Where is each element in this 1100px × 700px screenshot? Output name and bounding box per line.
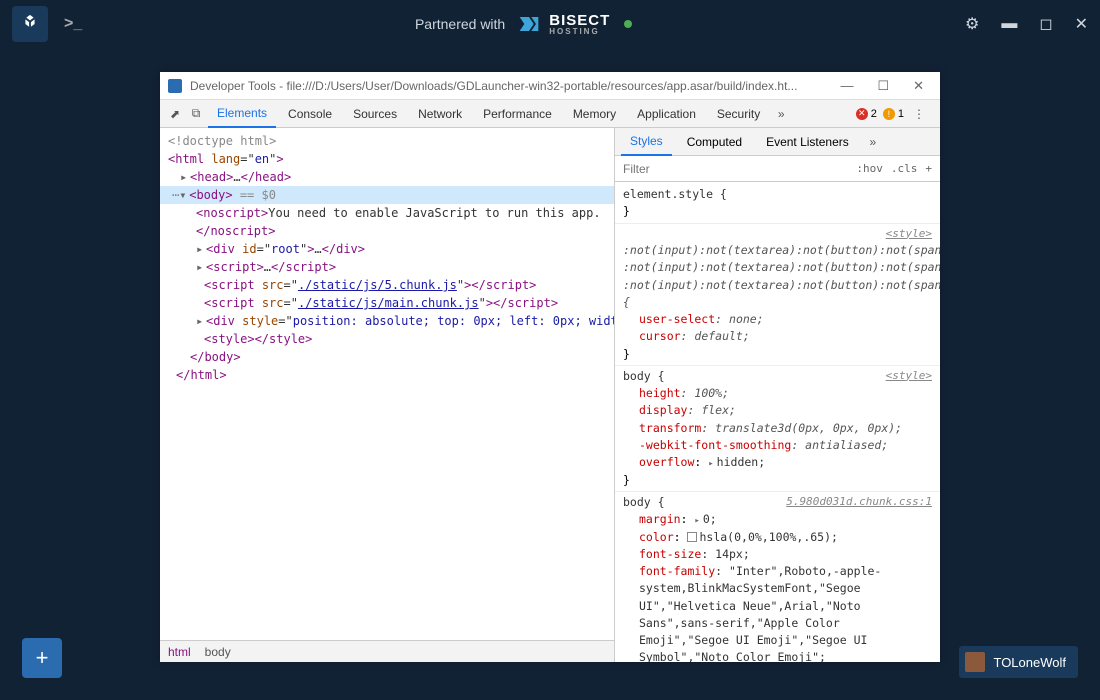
subtab-computed[interactable]: Computed	[678, 128, 751, 156]
more-subtabs-icon[interactable]: »	[864, 135, 882, 149]
subtab-eventlisteners[interactable]: Event Listeners	[757, 128, 858, 156]
styles-filter-input[interactable]	[615, 156, 848, 181]
kebab-icon[interactable]: ⋮	[910, 107, 928, 121]
error-count[interactable]: ✕2	[856, 108, 877, 120]
devtools-title: Developer Tools - file:///D:/Users/User/…	[190, 79, 824, 93]
gear-icon[interactable]: ⚙	[965, 14, 979, 34]
devtools-window: Developer Tools - file:///D:/Users/User/…	[160, 72, 940, 662]
tab-network[interactable]: Network	[409, 100, 471, 128]
warning-count[interactable]: !1	[883, 108, 904, 120]
partnered-label: Partnered with	[415, 16, 505, 32]
dom-tree[interactable]: <!doctype html> <html lang="en"> ▸<head>…	[160, 128, 614, 640]
devtools-tabbar: ⬈ ⧉ Elements Console Sources Network Per…	[160, 100, 940, 128]
add-button[interactable]: +	[22, 638, 62, 678]
sponsor-logo[interactable]: BISECT HOSTING	[515, 10, 610, 38]
app-titlebar: >_ Partnered with BISECT HOSTING ⚙ ▬ ◻ ✕	[0, 0, 1100, 48]
status-dot-icon	[624, 20, 632, 28]
breadcrumb[interactable]: html body	[160, 640, 614, 662]
avatar	[965, 652, 985, 672]
styles-panel: Styles Computed Event Listeners » :hov .…	[615, 128, 940, 662]
devtools-icon	[168, 79, 182, 93]
maximize-icon[interactable]: ◻	[1039, 14, 1052, 34]
devtools-minimize-icon[interactable]: —	[832, 78, 861, 93]
username: TOLoneWolf	[993, 655, 1066, 670]
inspect-icon[interactable]: ⬈	[166, 107, 184, 121]
tab-sources[interactable]: Sources	[344, 100, 406, 128]
dom-panel: <!doctype html> <html lang="en"> ▸<head>…	[160, 128, 615, 662]
user-badge[interactable]: TOLoneWolf	[959, 646, 1078, 678]
subtab-styles[interactable]: Styles	[621, 128, 672, 156]
tab-security[interactable]: Security	[708, 100, 769, 128]
tab-elements[interactable]: Elements	[208, 100, 276, 128]
add-rule-icon[interactable]: +	[925, 162, 932, 175]
devtools-maximize-icon[interactable]: ☐	[869, 78, 897, 94]
tab-memory[interactable]: Memory	[564, 100, 625, 128]
app-logo[interactable]	[12, 6, 48, 42]
devtools-close-icon[interactable]: ✕	[905, 78, 932, 94]
tab-console[interactable]: Console	[279, 100, 341, 128]
device-icon[interactable]: ⧉	[187, 106, 205, 121]
styles-list[interactable]: element.style { } <style> :not(input):no…	[615, 182, 940, 662]
tab-application[interactable]: Application	[628, 100, 705, 128]
tab-performance[interactable]: Performance	[474, 100, 561, 128]
hov-toggle[interactable]: :hov	[856, 162, 883, 175]
terminal-icon[interactable]: >_	[64, 15, 82, 33]
minimize-icon[interactable]: ▬	[1001, 15, 1017, 33]
close-icon[interactable]: ✕	[1075, 14, 1088, 34]
cls-toggle[interactable]: .cls	[891, 162, 918, 175]
more-tabs-icon[interactable]: »	[772, 107, 790, 121]
devtools-titlebar: Developer Tools - file:///D:/Users/User/…	[160, 72, 940, 100]
